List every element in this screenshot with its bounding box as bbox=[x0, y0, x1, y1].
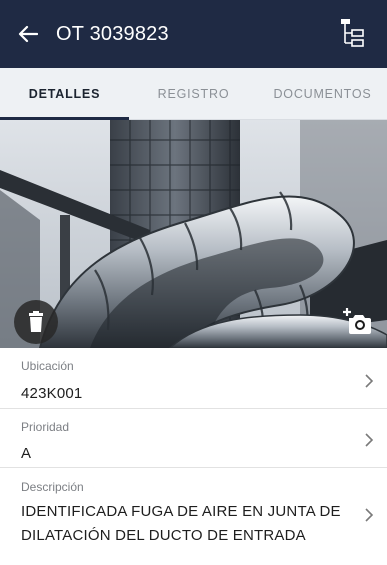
page-title: OT 3039823 bbox=[56, 22, 169, 45]
hierarchy-tree-icon bbox=[341, 19, 364, 47]
arrow-left-icon bbox=[18, 25, 38, 43]
add-camera-icon bbox=[343, 308, 371, 334]
location-value: 423K001 bbox=[21, 385, 83, 402]
app-bar: OT 3039823 bbox=[0, 0, 387, 68]
priority-field[interactable]: Prioridad A bbox=[0, 409, 387, 468]
chevron-right-icon bbox=[365, 374, 374, 388]
priority-value: A bbox=[21, 445, 32, 462]
hierarchy-button[interactable] bbox=[339, 18, 365, 48]
location-field[interactable]: Ubicación 423K001 bbox=[0, 349, 387, 409]
description-value: IDENTIFICADA FUGA DE AIRE EN JUNTA DE DI… bbox=[21, 503, 341, 544]
industrial-duct-image bbox=[0, 120, 387, 348]
delete-photo-button[interactable] bbox=[14, 300, 58, 344]
tab-registro[interactable]: REGISTRO bbox=[129, 68, 258, 119]
location-label: Ubicación bbox=[21, 359, 74, 373]
trash-icon bbox=[29, 311, 43, 332]
back-button[interactable] bbox=[0, 0, 56, 68]
chevron-right-icon bbox=[365, 433, 374, 447]
description-label: Descripción bbox=[21, 480, 84, 494]
tab-detalles[interactable]: DETALLES bbox=[0, 68, 129, 120]
description-field[interactable]: Descripción IDENTIFICADA FUGA DE AIRE EN… bbox=[0, 468, 387, 565]
tab-bar: DETALLES REGISTRO DOCUMENTOS bbox=[0, 68, 387, 120]
tab-documentos[interactable]: DOCUMENTOS bbox=[258, 68, 387, 119]
equipment-photo bbox=[0, 120, 387, 348]
priority-label: Prioridad bbox=[21, 420, 70, 434]
chevron-right-icon bbox=[365, 508, 374, 522]
add-photo-button[interactable] bbox=[341, 306, 373, 336]
